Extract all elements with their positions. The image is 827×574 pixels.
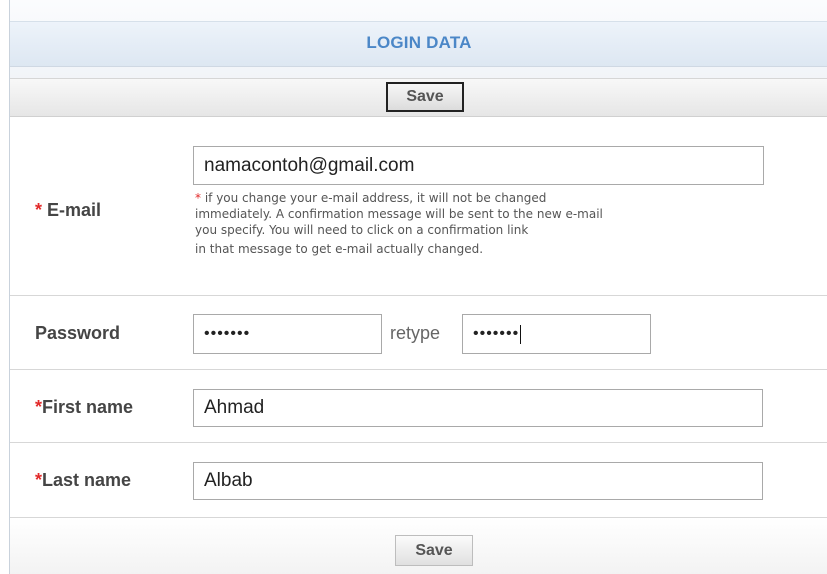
last-name-value: Albab	[204, 470, 253, 491]
password-retype-field[interactable]: •••••••	[462, 314, 651, 354]
first-name-value: Ahmad	[204, 397, 265, 418]
row-divider	[10, 369, 827, 370]
required-mark: *	[35, 200, 43, 220]
password-field[interactable]: •••••••	[193, 314, 382, 354]
note-line-4: in that message to get e-mail actually c…	[195, 242, 484, 256]
page: LOGIN DATA Save * E-mail namacontoh@gmai…	[0, 0, 827, 574]
save-button-top[interactable]: Save	[386, 82, 464, 112]
note-line-1-text: if you change your e-mail address, it wi…	[201, 191, 547, 205]
email-label-text: E-mail	[47, 200, 102, 220]
required-mark: *	[35, 470, 43, 490]
last-name-label: *Last name	[35, 470, 131, 491]
last-name-field[interactable]: Albab	[193, 462, 763, 500]
email-field[interactable]: namacontoh@gmail.com	[193, 146, 764, 185]
note-line-1: * if you change your e-mail address, it …	[195, 190, 827, 206]
first-name-label: *First name	[35, 397, 133, 418]
save-button-bottom[interactable]: Save	[395, 535, 473, 566]
first-name-field[interactable]: Ahmad	[193, 389, 763, 427]
text-cursor	[520, 324, 522, 344]
form-header: LOGIN DATA	[10, 0, 827, 82]
password-value: •••••••	[204, 325, 251, 342]
note-line-3: you specify. You will need to click on a…	[195, 223, 529, 237]
note-line-2: immediately. A confirmation message will…	[195, 207, 603, 221]
retype-label: retype	[390, 323, 441, 343]
email-value: namacontoh@gmail.com	[204, 154, 415, 176]
last-name-label-text: Last name	[42, 470, 132, 490]
required-mark: *	[35, 397, 43, 417]
first-name-label-text: First name	[42, 397, 134, 417]
section-title: LOGIN DATA	[366, 33, 472, 52]
retype-value: •••••••	[473, 325, 520, 342]
password-label: Password	[35, 323, 121, 343]
email-label: * E-mail	[35, 200, 101, 221]
email-change-note: * if you change your e-mail address, it …	[195, 190, 827, 257]
row-divider	[10, 295, 827, 296]
login-data-form: LOGIN DATA Save * E-mail namacontoh@gmai…	[9, 0, 827, 574]
row-divider	[10, 442, 827, 443]
